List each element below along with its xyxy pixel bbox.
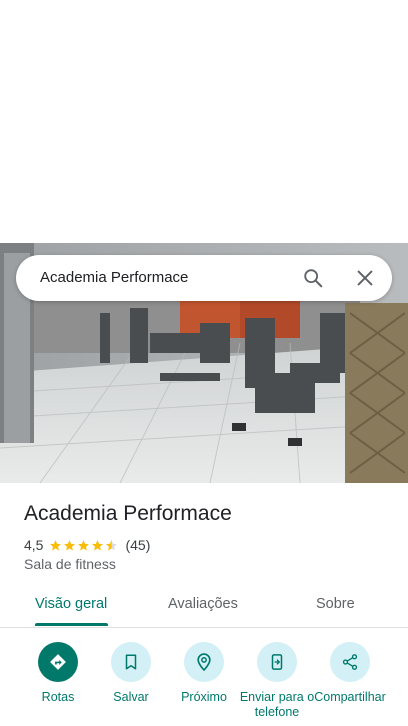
search-input[interactable]: Academia Performace	[40, 269, 188, 286]
nearby-button[interactable]: Próximo	[166, 642, 242, 720]
save-button[interactable]: Salvar	[93, 642, 169, 720]
directions-label: Rotas	[41, 690, 75, 704]
send-to-phone-label: Enviar para o telefone	[239, 690, 315, 719]
nearby-label: Próximo	[181, 690, 227, 704]
place-title: Academia Performace	[24, 502, 232, 525]
star-icon	[92, 539, 104, 550]
rating-value: 4,5	[24, 537, 44, 553]
search-bar[interactable]: Academia Performace	[16, 255, 392, 301]
nearby-icon	[184, 642, 224, 682]
search-icon[interactable]	[302, 267, 324, 289]
star-rating	[49, 539, 119, 552]
review-count: (45)	[125, 537, 151, 553]
save-label: Salvar	[113, 690, 149, 704]
bookmark-icon	[111, 642, 151, 682]
share-icon	[330, 642, 370, 682]
tab-overview[interactable]: Visão geral	[35, 596, 107, 612]
star-icon	[78, 539, 90, 550]
directions-button[interactable]: Rotas	[20, 642, 96, 720]
share-button[interactable]: Compartilhar	[312, 642, 388, 720]
place-category: Sala de fitness	[24, 556, 116, 572]
star-icon	[64, 539, 76, 550]
rating-row[interactable]: 4,5 (45)	[24, 536, 150, 554]
tab-bar: Visão geral Avaliações Sobre	[0, 583, 408, 628]
tab-reviews[interactable]: Avaliações	[168, 596, 238, 612]
tab-active-indicator	[35, 623, 108, 626]
send-to-phone-icon	[257, 642, 297, 682]
star-half-icon	[106, 539, 118, 550]
star-icon	[50, 539, 62, 550]
close-icon[interactable]	[354, 267, 376, 289]
send-to-phone-button[interactable]: Enviar para o telefone	[239, 642, 315, 720]
directions-icon	[38, 642, 78, 682]
map-area-blank	[0, 0, 408, 243]
tab-about[interactable]: Sobre	[316, 596, 355, 612]
share-label: Compartilhar	[314, 690, 386, 704]
